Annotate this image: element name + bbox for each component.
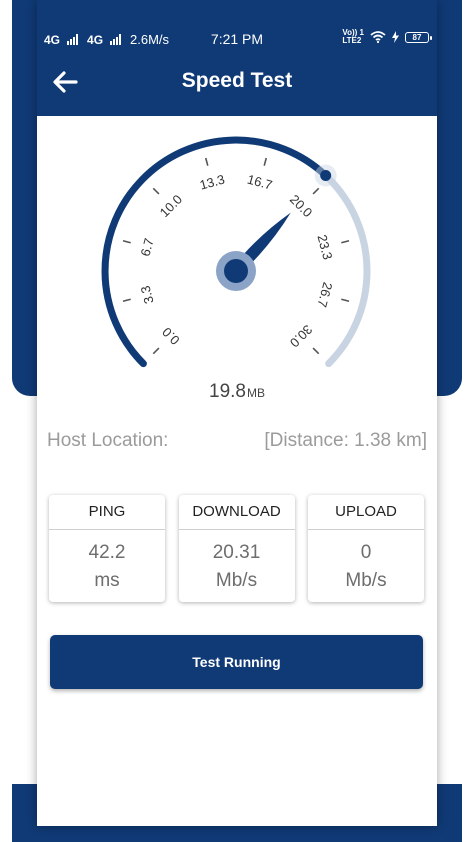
gauge-tick-label: 23.3 [314, 233, 335, 261]
gauge-tick-label: 13.3 [198, 172, 226, 193]
gauge-tick-label: 30.0 [287, 322, 316, 351]
test-running-button[interactable]: Test Running [50, 635, 423, 689]
download-label: DOWNLOAD [178, 495, 295, 530]
gauge-tick [122, 298, 131, 303]
download-value: 20.31 [212, 542, 261, 563]
wifi-icon [370, 31, 386, 43]
gauge-tick-label: 0.0 [159, 324, 182, 347]
battery-icon: 87 [405, 31, 432, 43]
gauge-tick [204, 157, 209, 166]
gauge-tick [341, 298, 350, 303]
gauge-tick-label: 10.0 [157, 192, 186, 221]
gauge-tick [312, 347, 320, 355]
download-unit: Mb/s [215, 570, 258, 591]
ping-unit: ms [94, 570, 120, 591]
status-bar: 4G 4G 2.6M/s 7:21 PM Vo)) 1 LTE2 87 [37, 26, 437, 52]
gauge-hub-inner [224, 259, 248, 283]
charging-bolt-icon [392, 31, 399, 43]
gauge-unit: MB [246, 386, 265, 400]
gauge-readout: 19.8MB [37, 381, 437, 403]
upload-label: UPLOAD [308, 495, 424, 530]
battery-level: 87 [412, 32, 422, 42]
gauge-tick [152, 347, 160, 355]
gauge-tick [263, 157, 268, 166]
gauge-progress-cap [320, 170, 332, 182]
ping-card: PING 42.2 ms [49, 495, 165, 602]
host-row: Host Location: [Distance: 1.38 km] [47, 430, 427, 452]
page-title: Speed Test [181, 69, 293, 92]
gauge-tick-label: 20.0 [287, 192, 316, 221]
gauge-tick-label: 3.3 [137, 284, 156, 305]
app-bar: 4G 4G 2.6M/s 7:21 PM Vo)) 1 LTE2 87 Spee… [37, 0, 437, 116]
stats-row: PING 42.2 ms DOWNLOAD 20.31 Mb/s UPLOAD … [49, 495, 424, 602]
upload-value: 0 [360, 542, 372, 563]
speed-test-card: 4G 4G 2.6M/s 7:21 PM Vo)) 1 LTE2 87 Spee… [37, 0, 437, 826]
gauge-tick [312, 187, 320, 195]
gauge-tick-label: 6.7 [137, 237, 156, 258]
gauge-tick-label: 26.7 [314, 281, 335, 309]
ping-label: PING [49, 495, 165, 530]
upload-card: UPLOAD 0 Mb/s [308, 495, 424, 602]
gauge-tick [152, 187, 160, 195]
gauge-tick [341, 239, 350, 244]
gauge-value: 19.8 [209, 381, 246, 402]
status-right: Vo)) 1 LTE2 87 [342, 28, 432, 45]
host-location-label: Host Location: [47, 430, 169, 451]
gauge-tick [122, 239, 131, 244]
gauge-tick-label: 16.7 [246, 172, 274, 193]
volte-indicator: Vo)) 1 LTE2 [342, 28, 364, 45]
speed-gauge: 0.03.3 6.710.0 13.3 16.7 20.0 23.3 26.7 30.0 [101, 136, 371, 368]
upload-unit: Mb/s [345, 570, 387, 591]
download-card: DOWNLOAD 20.31 Mb/s [178, 495, 295, 602]
ping-value: 42.2 [88, 542, 126, 563]
host-distance: [Distance: 1.38 km] [264, 430, 427, 451]
